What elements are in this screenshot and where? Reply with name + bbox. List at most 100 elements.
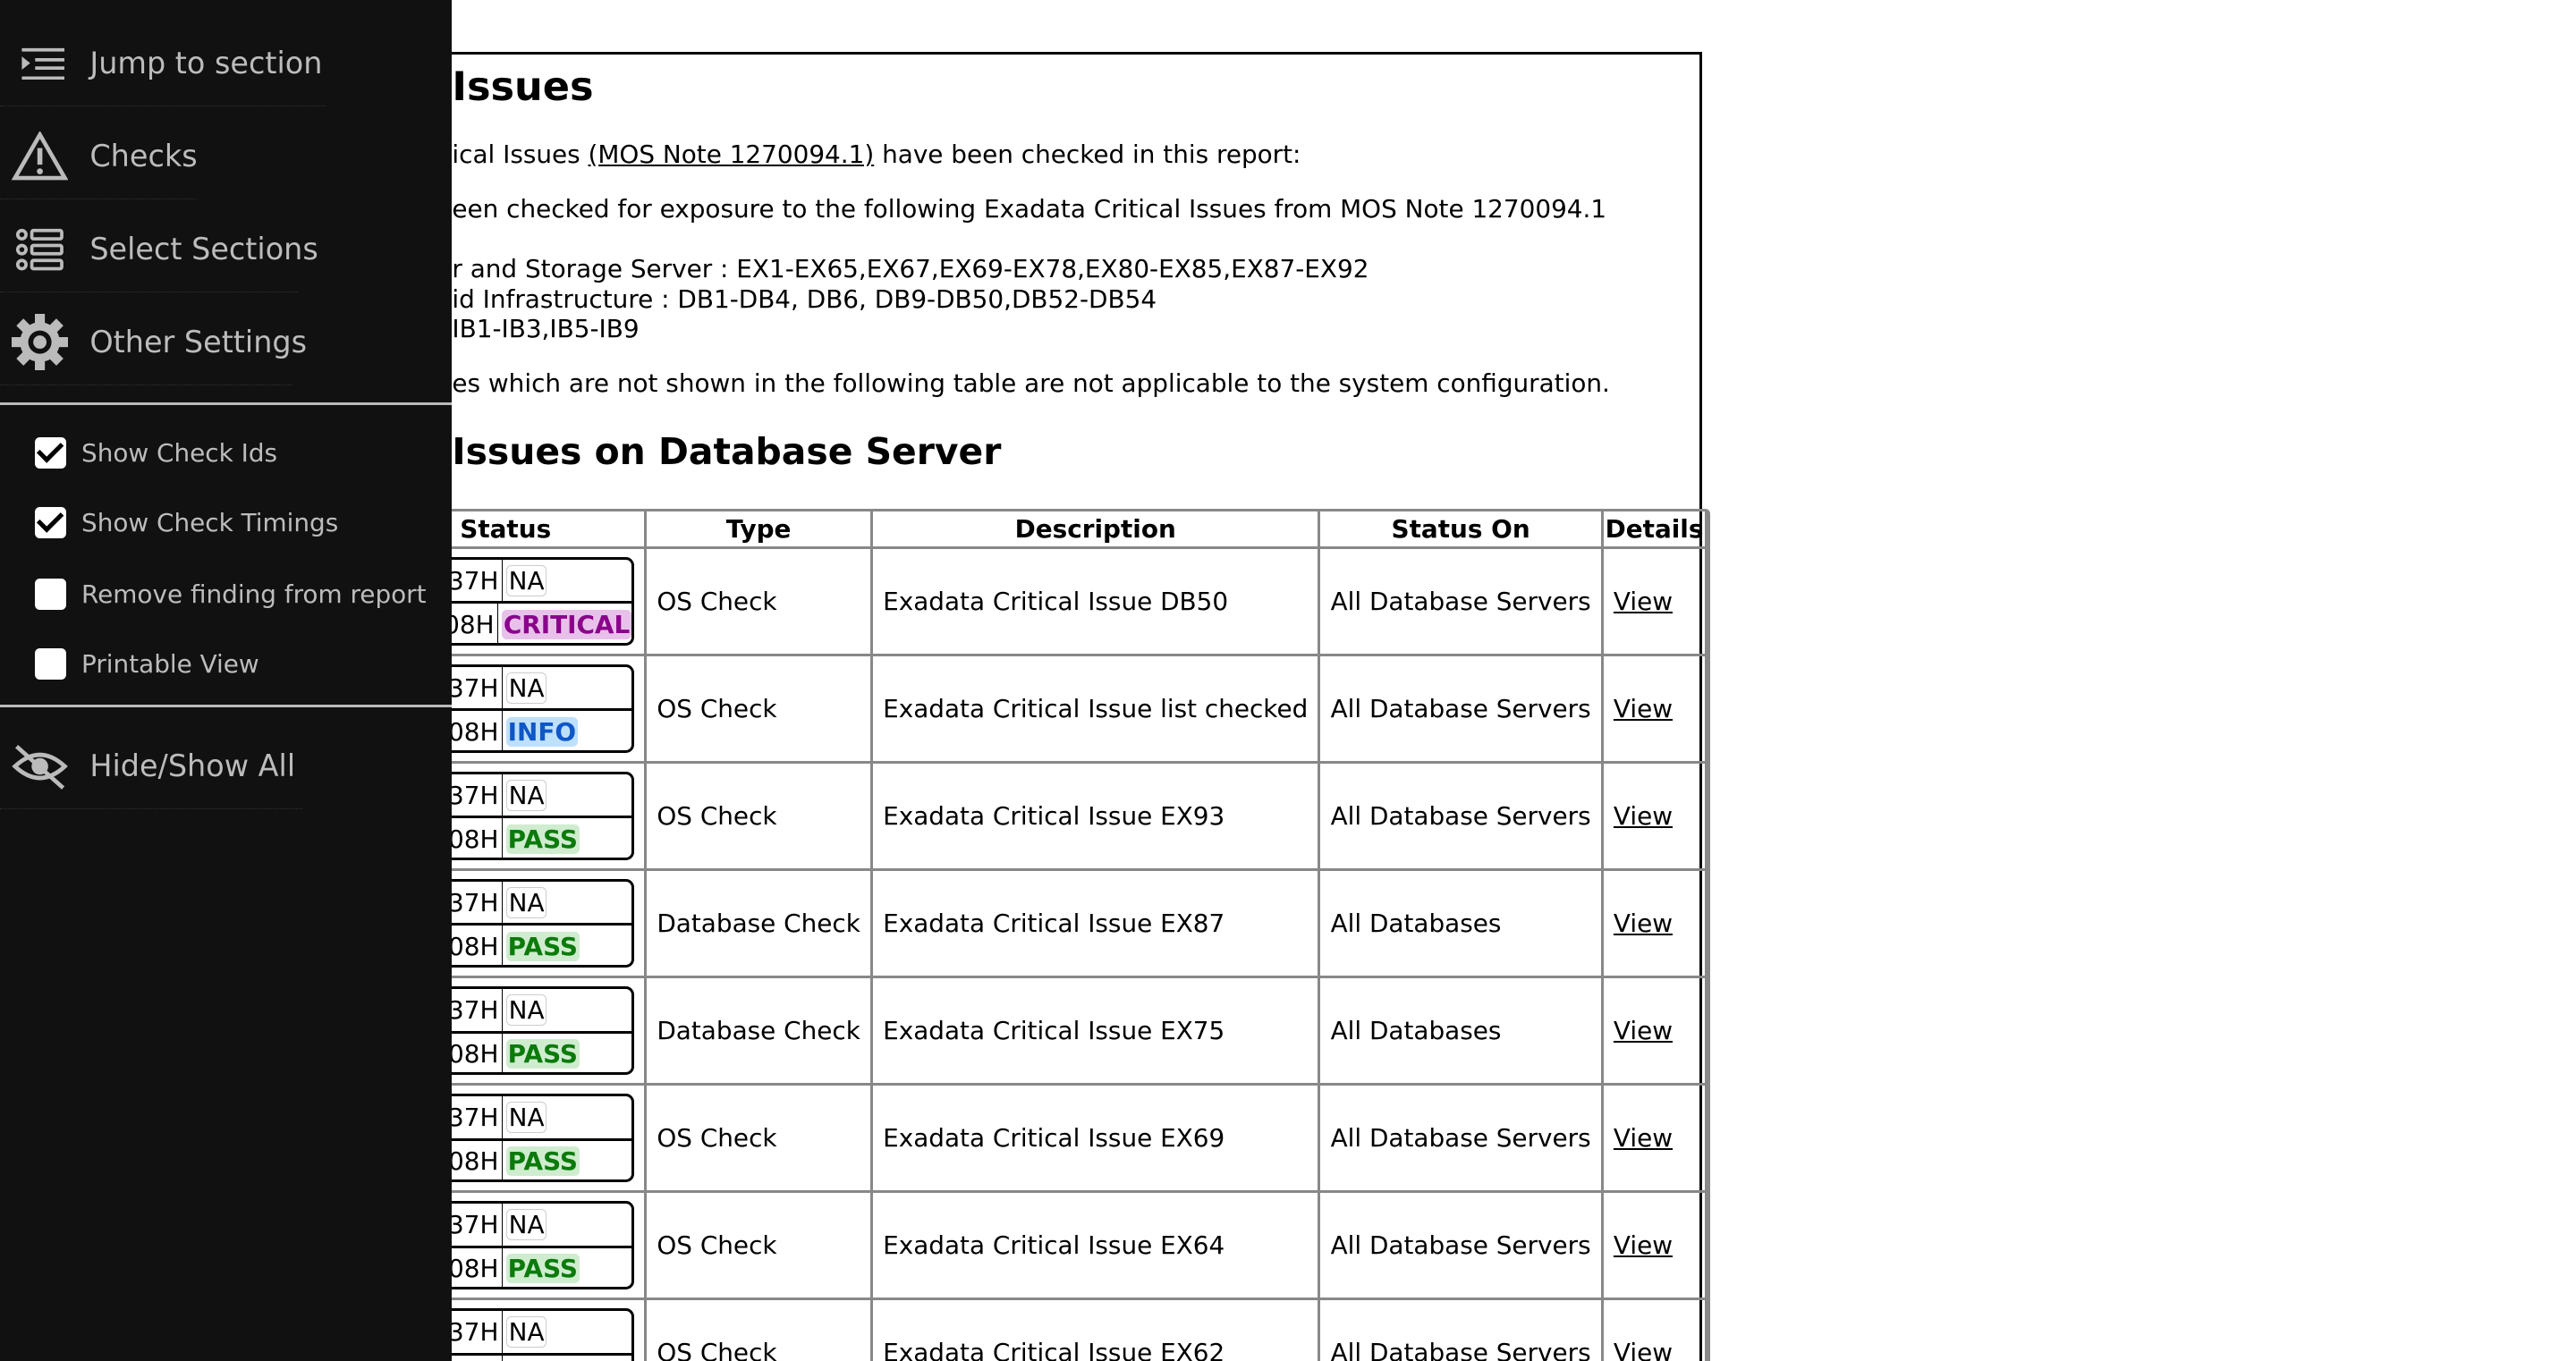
table-row: :37HNA:08HPASSOS CheckExadata Critical I… — [301, 1086, 1707, 1193]
checkbox[interactable] — [35, 507, 66, 538]
type-cell: OS Check — [647, 1193, 873, 1300]
storage-server-list: r and Storage Server : EX1-EX65,EX67,EX6… — [452, 254, 1368, 283]
checkbox[interactable] — [35, 437, 66, 469]
status-badge: PASS — [506, 1146, 580, 1176]
status-badge: NA — [506, 1209, 547, 1240]
details-cell: View — [1604, 656, 1708, 764]
ib-list: IB1-IB3,IB5-IB9 — [452, 314, 639, 343]
status-badge: NA — [506, 672, 547, 704]
table-row: :37HNA:08HPASSDatabase CheckExadata Crit… — [301, 871, 1707, 978]
status-box: :37HNA:08HPASS — [429, 1308, 634, 1361]
nav-label: Jump to section — [89, 46, 322, 80]
status-box: :37HNA:08HPASS — [429, 1201, 634, 1289]
view-link[interactable]: View — [1614, 694, 1673, 723]
description-cell: Exadata Critical Issue EX93 — [873, 764, 1320, 871]
status-badge: PASS — [506, 1039, 580, 1069]
select-sections-button[interactable]: Select Sections — [0, 216, 73, 283]
show-check-timings-checkbox[interactable]: Show Check Timings — [35, 507, 66, 538]
column-header: Description — [873, 511, 1320, 549]
status-badge: NA — [506, 1102, 547, 1133]
checkbox[interactable] — [35, 579, 66, 610]
hide-show-all-button[interactable]: Hide/Show All — [0, 732, 73, 799]
type-cell: OS Check — [647, 1300, 873, 1361]
status-badge: CRITICAL — [502, 610, 631, 639]
type-cell: Database Check — [647, 978, 873, 1086]
status-badge: NA — [506, 565, 547, 596]
status-badge: NA — [506, 994, 547, 1026]
view-link[interactable]: View — [1614, 1230, 1673, 1260]
table-heading: Issues on Database Server — [452, 430, 1001, 473]
status-box: :37HNA:08HPASS — [429, 986, 634, 1075]
details-cell: View — [1604, 871, 1708, 978]
table-row: :37HNA:08HINFOOS CheckExadata Critical I… — [301, 656, 1707, 764]
view-link[interactable]: View — [1614, 909, 1673, 938]
checkbox-label: Remove finding from report — [81, 579, 427, 609]
column-header: Type — [647, 511, 873, 549]
status-box: :37HNA:08HPASS — [429, 1094, 634, 1182]
details-cell: View — [1604, 1193, 1708, 1300]
table-row: :37HNA:08HPASSOS CheckExadata Critical I… — [301, 1193, 1707, 1300]
checkbox-label: Printable View — [81, 649, 259, 679]
other-settings-button[interactable]: Other Settings — [0, 309, 73, 376]
type-cell: OS Check — [647, 656, 873, 764]
details-cell: View — [1604, 764, 1708, 871]
status-on-cell: All Database Servers — [1320, 549, 1603, 656]
table-row: :37HNA:08HCRITICALOS CheckExadata Critic… — [301, 549, 1707, 656]
type-cell: OS Check — [647, 764, 873, 871]
checked-text: een checked for exposure to the followin… — [452, 194, 1606, 224]
column-header: Details — [1604, 511, 1708, 549]
details-cell: View — [1604, 549, 1708, 656]
status-badge: NA — [506, 780, 547, 811]
status-on-cell: All Databases — [1320, 978, 1603, 1086]
details-cell: View — [1604, 978, 1708, 1086]
status-on-cell: All Database Servers — [1320, 1086, 1603, 1193]
description-cell: Exadata Critical Issue EX87 — [873, 871, 1320, 978]
table-row: :37HNA:08HPASSDatabase CheckExadata Crit… — [301, 978, 1707, 1086]
checkbox-label: Show Check Timings — [81, 508, 338, 537]
gear-icon — [6, 314, 72, 370]
divider — [0, 808, 302, 809]
nav-label: Select Sections — [89, 232, 318, 266]
checks-button[interactable]: Checks — [0, 123, 73, 189]
jump-list-icon — [6, 35, 72, 91]
view-link[interactable]: View — [1614, 587, 1673, 616]
view-link[interactable]: View — [1614, 1123, 1673, 1153]
issues-table: us StatusTypeDescriptionStatus OnDetails… — [299, 509, 1710, 1361]
description-cell: Exadata Critical Issue EX75 — [873, 978, 1320, 1086]
description-cell: Exadata Critical Issue EX64 — [873, 1193, 1320, 1300]
show-check-ids-checkbox[interactable]: Show Check Ids — [35, 437, 66, 469]
nav-label: Other Settings — [89, 325, 307, 359]
checkbox[interactable] — [35, 648, 66, 680]
table-row: :37HNA:08HPASSOS CheckExadata Critical I… — [301, 764, 1707, 871]
status-on-cell: All Database Servers — [1320, 656, 1603, 764]
jump-to-section-button[interactable]: Jump to section — [0, 30, 73, 96]
table-row: :37HNA:08HPASSOS CheckExadata Critical I… — [301, 1300, 1707, 1361]
intro-pre: ical Issues — [452, 139, 588, 169]
remove-finding-checkbox[interactable]: Remove finding from report — [35, 579, 66, 610]
description-cell: Exadata Critical Issue list checked — [873, 656, 1320, 764]
view-link[interactable]: View — [1614, 801, 1673, 831]
status-on-cell: All Database Servers — [1320, 1193, 1603, 1300]
status-box: :37HNA:08HPASS — [429, 772, 634, 860]
list-icon — [6, 221, 72, 277]
description-cell: Exadata Critical Issue DB50 — [873, 549, 1320, 656]
type-cell: OS Check — [647, 549, 873, 656]
status-badge: PASS — [506, 824, 580, 854]
status-box: :37HNA:08HINFO — [429, 664, 634, 753]
checkbox-label: Show Check Ids — [81, 438, 277, 468]
divider — [0, 705, 452, 707]
status-badge: PASS — [506, 1254, 580, 1283]
description-cell: Exadata Critical Issue EX62 — [873, 1300, 1320, 1361]
status-badge: NA — [506, 1316, 547, 1348]
sidebar: Jump to section Checks Select Sections O… — [0, 0, 452, 1361]
nav-label: Hide/Show All — [89, 748, 295, 783]
view-link[interactable]: View — [1614, 1338, 1673, 1361]
details-cell: View — [1604, 1086, 1708, 1193]
printable-view-checkbox[interactable]: Printable View — [35, 648, 66, 680]
mos-note-link[interactable]: (MOS Note 1270094.1) — [589, 139, 875, 169]
type-cell: Database Check — [647, 871, 873, 978]
status-box: :37HNA:08HPASS — [429, 879, 634, 968]
view-link[interactable]: View — [1614, 1016, 1673, 1045]
description-cell: Exadata Critical Issue EX69 — [873, 1086, 1320, 1193]
not-applicable-note: es which are not shown in the following … — [452, 368, 1610, 398]
